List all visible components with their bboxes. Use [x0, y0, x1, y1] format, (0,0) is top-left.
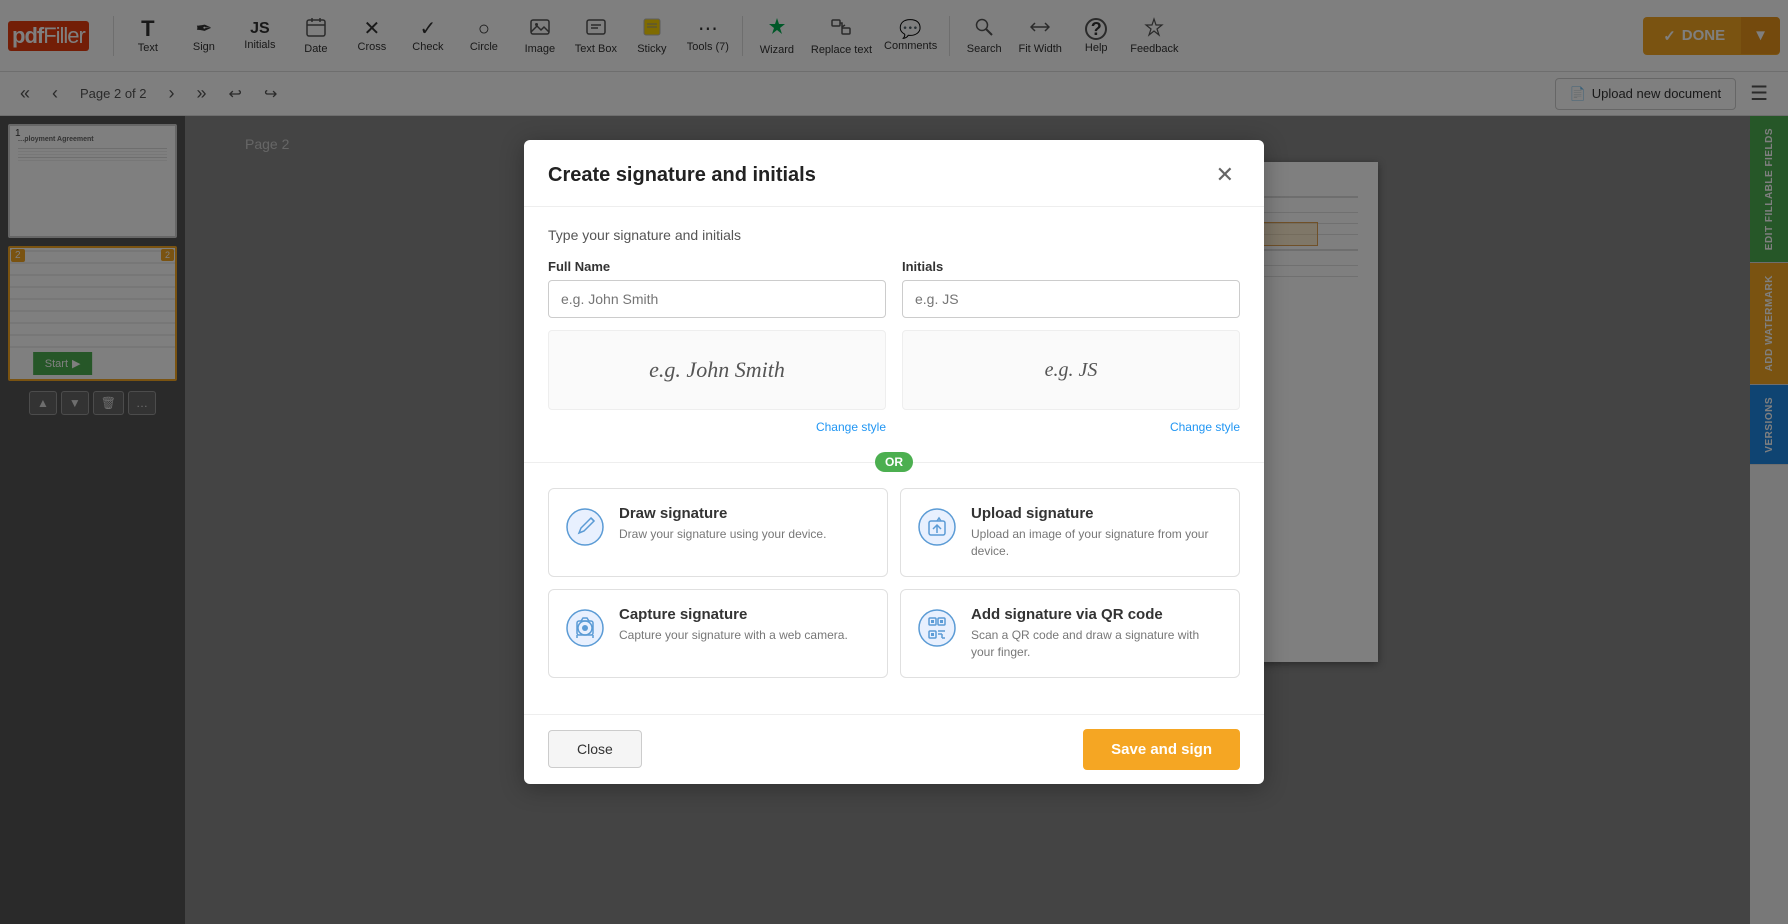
initials-preview-text: e.g. JS — [1045, 359, 1098, 382]
capture-signature-icon — [565, 608, 605, 656]
initials-change-style-link[interactable]: Change style — [1170, 420, 1240, 434]
full-name-col: Full Name — [548, 259, 886, 318]
modal-body: Type your signature and initials Full Na… — [524, 207, 1264, 713]
upload-signature-icon — [917, 507, 957, 555]
full-name-change-style-link[interactable]: Change style — [816, 420, 886, 434]
initials-change-style-col: Change style — [902, 418, 1240, 436]
capture-signature-text: Capture signature Capture your signature… — [619, 606, 871, 644]
upload-signature-title: Upload signature — [971, 505, 1223, 522]
full-name-label: Full Name — [548, 259, 886, 274]
draw-signature-text: Draw signature Draw your signature using… — [619, 505, 871, 543]
close-button[interactable]: Close — [548, 730, 642, 768]
full-name-change-style-col: Change style — [548, 418, 886, 436]
or-badge: OR — [875, 452, 913, 472]
capture-signature-option[interactable]: Capture signature Capture your signature… — [548, 589, 888, 678]
full-name-input[interactable] — [548, 280, 886, 318]
upload-signature-desc: Upload an image of your signature from y… — [971, 526, 1223, 560]
draw-signature-icon — [565, 507, 605, 555]
qr-signature-desc: Scan a QR code and draw a signature with… — [971, 627, 1223, 661]
upload-signature-text: Upload signature Upload an image of your… — [971, 505, 1223, 560]
draw-signature-desc: Draw your signature using your device. — [619, 526, 871, 543]
modal-title: Create signature and initials — [548, 164, 816, 187]
capture-signature-title: Capture signature — [619, 606, 871, 623]
draw-signature-option[interactable]: Draw signature Draw your signature using… — [548, 488, 888, 577]
save-sign-button[interactable]: Save and sign — [1083, 729, 1240, 770]
create-signature-modal: Create signature and initials ✕ Type you… — [524, 140, 1264, 783]
modal-header: Create signature and initials ✕ — [524, 140, 1264, 207]
qr-signature-text: Add signature via QR code Scan a QR code… — [971, 606, 1223, 661]
section-title: Type your signature and initials — [548, 227, 1240, 243]
options-grid: Draw signature Draw your signature using… — [548, 488, 1240, 677]
signature-preview-row: e.g. John Smith e.g. JS — [548, 330, 1240, 410]
qr-signature-icon — [917, 608, 957, 656]
name-initials-row: Full Name Initials — [548, 259, 1240, 318]
modal-footer: Close Save and sign — [524, 714, 1264, 784]
capture-signature-desc: Capture your signature with a web camera… — [619, 627, 871, 644]
change-style-row: Change style Change style — [548, 418, 1240, 436]
full-name-preview-text: e.g. John Smith — [649, 357, 785, 383]
or-divider: OR — [524, 452, 1264, 472]
initials-input[interactable] — [902, 280, 1240, 318]
initials-preview: e.g. JS — [902, 330, 1240, 410]
initials-label: Initials — [902, 259, 1240, 274]
draw-signature-title: Draw signature — [619, 505, 871, 522]
modal-close-button[interactable]: ✕ — [1210, 160, 1240, 190]
modal-overlay[interactable]: Create signature and initials ✕ Type you… — [0, 0, 1788, 924]
upload-signature-option[interactable]: Upload signature Upload an image of your… — [900, 488, 1240, 577]
qr-signature-title: Add signature via QR code — [971, 606, 1223, 623]
qr-signature-option[interactable]: Add signature via QR code Scan a QR code… — [900, 589, 1240, 678]
full-name-preview: e.g. John Smith — [548, 330, 886, 410]
initials-col: Initials — [902, 259, 1240, 318]
